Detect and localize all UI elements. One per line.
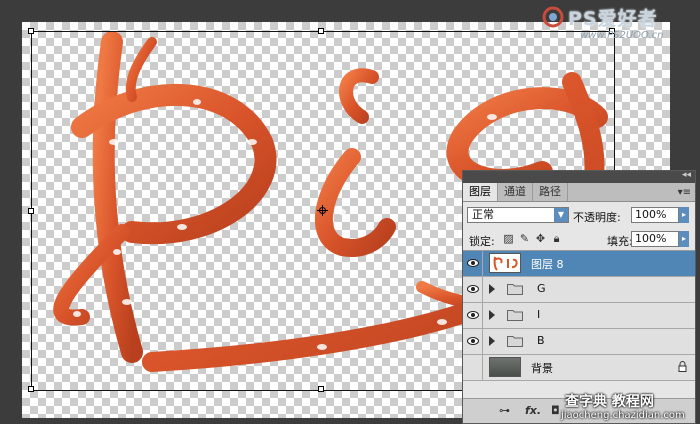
layer-thumbnail-art xyxy=(493,256,518,271)
visibility-toggle[interactable] xyxy=(463,277,483,302)
lock-position-icon[interactable]: ✥ xyxy=(535,233,546,244)
transform-handle-top-center[interactable] xyxy=(318,28,324,34)
layers-panel: ◂◂ 图层 通道 路径 ▾≡ 正常 ▼ 不透明度: 100% ▸ 锁定: ▨ ✎… xyxy=(462,170,696,424)
folder-icon xyxy=(507,284,523,295)
tab-paths[interactable]: 路径 xyxy=(533,182,568,201)
eye-icon xyxy=(467,259,479,267)
lock-transparent-pixels-icon[interactable]: ▨ xyxy=(503,233,514,244)
layer-thumbnail xyxy=(489,253,521,273)
panel-menu-icon[interactable]: ▾≡ xyxy=(678,187,691,198)
tab-channels[interactable]: 通道 xyxy=(498,182,533,201)
watermark-url: www.PS2UOO.cn xyxy=(580,30,664,41)
link-icon[interactable]: ⊶ xyxy=(499,404,510,417)
layer-row-group-i[interactable]: I xyxy=(463,303,695,329)
transform-handle-bottom-center[interactable] xyxy=(318,386,324,392)
opacity-label: 不透明度: xyxy=(573,211,621,224)
visibility-toggle[interactable] xyxy=(463,251,483,276)
fx-icon[interactable]: fx. xyxy=(525,404,541,417)
blend-mode-select[interactable]: 正常 ▼ xyxy=(467,207,569,223)
layer-name: 图层 8 xyxy=(531,258,564,271)
watermark-title: PS爱好者 xyxy=(568,8,658,30)
layer-row-group-g[interactable]: G xyxy=(463,277,695,303)
folder-icon xyxy=(507,336,523,347)
visibility-toggle[interactable] xyxy=(463,329,483,354)
credit-overlay: 查字典 教程网 xyxy=(565,394,654,410)
expand-triangle-icon[interactable] xyxy=(489,284,495,294)
visibility-toggle[interactable] xyxy=(463,355,483,380)
transform-handle-bottom-left[interactable] xyxy=(28,386,34,392)
expand-triangle-icon[interactable] xyxy=(489,310,495,320)
layer-name: G xyxy=(537,282,546,295)
lock-all-icon[interactable]: 🔒︎ xyxy=(551,233,562,244)
layer-row-group-b[interactable]: B xyxy=(463,329,695,355)
eye-icon xyxy=(467,285,479,293)
fill-label: 填充: xyxy=(607,235,633,248)
lock-icon xyxy=(678,361,687,372)
panel-title-bar[interactable]: ◂◂ xyxy=(463,170,695,183)
transform-handle-top-left[interactable] xyxy=(28,28,34,34)
visibility-toggle[interactable] xyxy=(463,303,483,328)
layer-name: 背景 xyxy=(531,362,553,375)
layer-row-background[interactable]: 背景 xyxy=(463,355,695,381)
lock-image-pixels-icon[interactable]: ✎ xyxy=(519,233,530,244)
mask-icon[interactable]: ◘ xyxy=(551,404,560,417)
eye-icon xyxy=(467,337,479,345)
lock-row: 锁定: ▨ ✎ ✥ 🔒︎ 填充: 100% ▸ xyxy=(463,228,695,251)
lock-label: 锁定: xyxy=(469,235,495,248)
eye-icon xyxy=(467,311,479,319)
reference-point-icon[interactable] xyxy=(317,205,328,216)
expand-triangle-icon[interactable] xyxy=(489,336,495,346)
layer-thumbnail xyxy=(489,357,521,377)
tab-layers[interactable]: 图层 xyxy=(463,182,498,201)
layer-row-layer8[interactable]: 图层 8 xyxy=(463,251,695,277)
fill-slider-arrow-icon[interactable]: ▸ xyxy=(679,231,689,247)
fill-field[interactable]: 100% xyxy=(631,231,679,247)
opacity-slider-arrow-icon[interactable]: ▸ xyxy=(679,207,689,223)
collapse-arrows-icon[interactable]: ◂◂ xyxy=(682,170,691,180)
blend-mode-value: 正常 xyxy=(472,208,494,221)
credit-site: jiaocheng.chazidian.com xyxy=(561,410,685,421)
panel-tabs: 图层 通道 路径 ▾≡ xyxy=(463,182,695,202)
layer-name: B xyxy=(537,334,545,347)
layer-name: I xyxy=(537,308,541,321)
blend-row: 正常 ▼ 不透明度: 100% ▸ xyxy=(463,202,695,228)
opacity-field[interactable]: 100% xyxy=(631,207,679,223)
chevron-down-icon[interactable]: ▼ xyxy=(554,208,568,222)
folder-icon xyxy=(507,310,523,321)
transform-handle-middle-left[interactable] xyxy=(28,208,34,214)
watermark-logo-icon xyxy=(542,6,564,28)
